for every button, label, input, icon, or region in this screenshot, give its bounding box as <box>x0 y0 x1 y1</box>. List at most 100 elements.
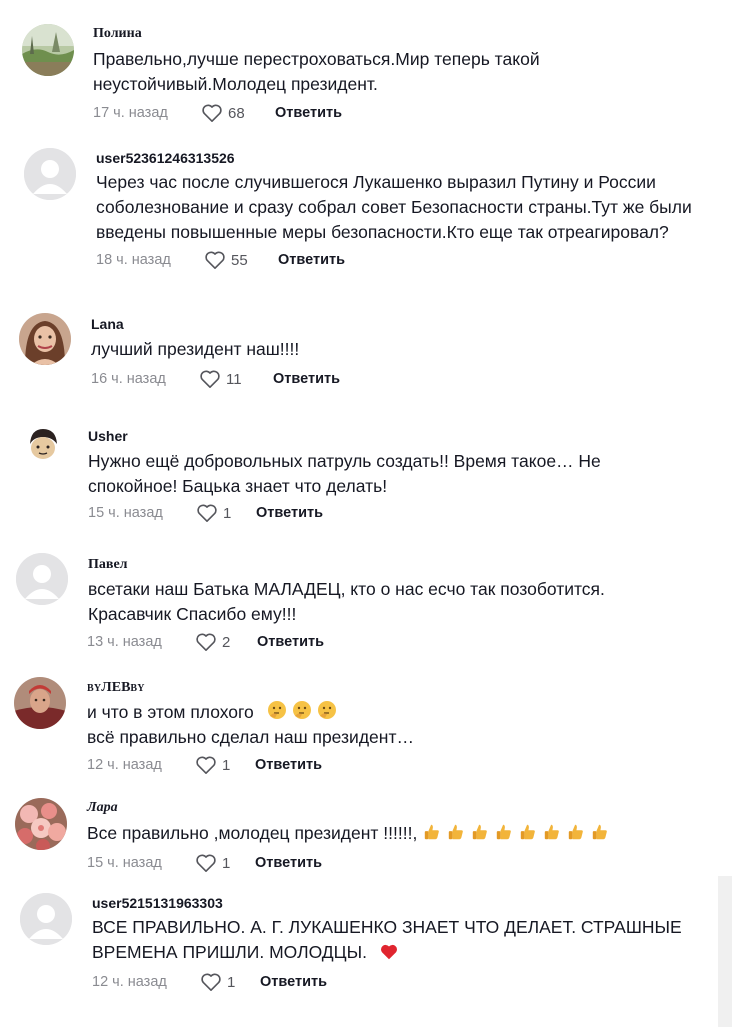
comment-text-line: Все правильно ,молодец президент !!!!!!, <box>87 821 727 846</box>
comment-text-fragment: и что в этом плохого <box>87 702 254 722</box>
heart-outline-icon <box>202 104 222 122</box>
avatar[interactable] <box>14 677 66 729</box>
thumbs-up-icon <box>543 823 561 841</box>
comment-text-line: ВРЕМЕНА ПРИШЛИ. МОЛОДЦЫ. <box>92 940 712 965</box>
like-button[interactable]: 55 <box>204 250 278 270</box>
thinking-face-icon <box>292 700 312 720</box>
thinking-face-icon <box>317 700 337 720</box>
cartoon-face-icon <box>17 420 69 472</box>
like-button[interactable]: 1 <box>195 853 255 873</box>
comment-text-line: лучший президент наш!!!! <box>91 339 300 359</box>
like-count: 68 <box>228 104 245 122</box>
default-user-icon <box>20 893 72 945</box>
thumbs-up-emoji-group <box>417 823 609 843</box>
thumbs-up-icon <box>591 823 609 841</box>
like-count: 2 <box>222 633 231 651</box>
thumbs-up-icon <box>423 823 441 841</box>
comment-timestamp: 13 ч. назад <box>87 634 162 650</box>
comment-username[interactable]: BYЛЕВBY <box>87 680 145 696</box>
avatar[interactable] <box>16 553 68 605</box>
like-count: 1 <box>222 854 231 872</box>
comment-text-fragment: ВРЕМЕНА ПРИШЛИ. МОЛОДЦЫ. <box>92 942 367 962</box>
comment-username[interactable]: user5215131963303 <box>92 895 223 911</box>
comment-timestamp: 17 ч. назад <box>93 105 168 121</box>
thumbs-up-icon <box>495 823 513 841</box>
avatar[interactable] <box>17 420 69 472</box>
comment-username[interactable]: Полина <box>93 26 142 42</box>
reply-button[interactable]: Ответить <box>260 974 327 990</box>
comment-timestamp: 16 ч. назад <box>91 371 166 387</box>
heart-outline-icon <box>196 633 216 651</box>
default-user-icon <box>24 148 76 200</box>
comment-timestamp: 12 ч. назад <box>87 757 162 773</box>
comment-text: и что в этом плохого всё правильно сдела… <box>87 700 707 750</box>
thumbs-up-icon <box>567 823 585 841</box>
comment-meta: 17 ч. назад 68 Ответить <box>93 101 342 125</box>
like-button[interactable]: 11 <box>199 369 273 389</box>
avatar[interactable] <box>19 313 71 365</box>
reply-button[interactable]: Ответить <box>257 634 324 650</box>
avatar[interactable] <box>24 148 76 200</box>
like-button[interactable]: 1 <box>196 503 256 523</box>
thumbs-up-icon <box>447 823 465 841</box>
comment-meta: 12 ч. назад 1 Ответить <box>92 970 327 994</box>
username-suffix: BY <box>130 683 145 694</box>
heart-outline-icon <box>196 854 216 872</box>
comment-text-line: спокойное! Бацька знает что делать! <box>88 476 388 496</box>
comment-text-line: всетаки наш Батька МАЛАДЕЦ, кто о нас ес… <box>88 579 605 599</box>
like-button[interactable]: 1 <box>200 972 260 992</box>
woman-portrait-icon <box>19 313 71 365</box>
thinking-face-icon <box>267 700 287 720</box>
like-count: 1 <box>227 973 236 991</box>
like-button[interactable]: 2 <box>195 632 257 652</box>
comment-text-fragment: Все правильно ,молодец президент !!!!!!, <box>87 823 418 843</box>
heart-outline-icon <box>197 504 217 522</box>
heart-outline-icon <box>201 973 221 991</box>
comment-text-line: Красавчик Спасибо ему!!! <box>88 604 297 624</box>
comment-meta: 15 ч. назад 1 Ответить <box>87 851 322 875</box>
landscape-photo-icon <box>22 24 74 76</box>
edge-strip <box>718 876 732 1027</box>
thumbs-up-icon <box>519 823 537 841</box>
comment-username[interactable]: user52361246313526 <box>96 150 235 166</box>
comment-timestamp: 18 ч. назад <box>96 252 171 268</box>
reply-button[interactable]: Ответить <box>255 855 322 871</box>
avatar[interactable] <box>15 798 67 850</box>
comment-text-line: Правельно,лучше перестроховаться.Мир теп… <box>93 49 540 69</box>
reply-button[interactable]: Ответить <box>256 505 323 521</box>
flowers-photo-icon <box>15 798 67 850</box>
comment-text: всетаки наш Батька МАЛАДЕЦ, кто о нас ес… <box>88 577 708 627</box>
thumbs-up-icon <box>471 823 489 841</box>
comment-text: Через час после случившегося Лукашенко в… <box>96 170 716 245</box>
heart-outline-icon <box>196 756 216 774</box>
reply-button[interactable]: Ответить <box>275 105 342 121</box>
username-prefix: BY <box>87 683 102 694</box>
reply-button[interactable]: Ответить <box>255 757 322 773</box>
heart-outline-icon <box>200 370 220 388</box>
comment-text: ВСЕ ПРАВИЛЬНО. А. Г. ЛУКАШЕНКО ЗНАЕТ ЧТО… <box>92 915 712 965</box>
like-count: 11 <box>226 370 242 388</box>
comment-text-line: неустойчивый.Молодец президент. <box>93 74 378 94</box>
comment-text-line: ВСЕ ПРАВИЛЬНО. А. Г. ЛУКАШЕНКО ЗНАЕТ ЧТО… <box>92 917 682 937</box>
reply-button[interactable]: Ответить <box>273 371 340 387</box>
comment-meta: 15 ч. назад 1 Ответить <box>88 501 323 525</box>
comment-text: Все правильно ,молодец президент !!!!!!, <box>87 821 727 846</box>
reply-button[interactable]: Ответить <box>278 252 345 268</box>
comment-timestamp: 15 ч. назад <box>88 505 163 521</box>
comment-text: лучший президент наш!!!! <box>91 337 711 362</box>
like-count: 1 <box>222 756 231 774</box>
like-button[interactable]: 68 <box>201 103 275 123</box>
like-button[interactable]: 1 <box>195 755 255 775</box>
comment-username[interactable]: Павел <box>88 557 128 573</box>
comment-text-line: введены повышенные меры безопасности.Кто… <box>96 222 669 242</box>
comment-timestamp: 12 ч. назад <box>92 974 167 990</box>
comment-text-line: Нужно ещё добровольных патруль создать!!… <box>88 451 601 471</box>
comment-username[interactable]: Lana <box>91 316 124 332</box>
comment-text-line: и что в этом плохого <box>87 700 707 725</box>
avatar[interactable] <box>20 893 72 945</box>
comment-text: Нужно ещё добровольных патруль создать!!… <box>88 449 708 499</box>
comment-text-line: всё правильно сделал наш президент… <box>87 727 414 747</box>
comment-username[interactable]: Лара <box>87 800 118 816</box>
comment-username[interactable]: Usher <box>88 428 128 444</box>
avatar[interactable] <box>22 24 74 76</box>
